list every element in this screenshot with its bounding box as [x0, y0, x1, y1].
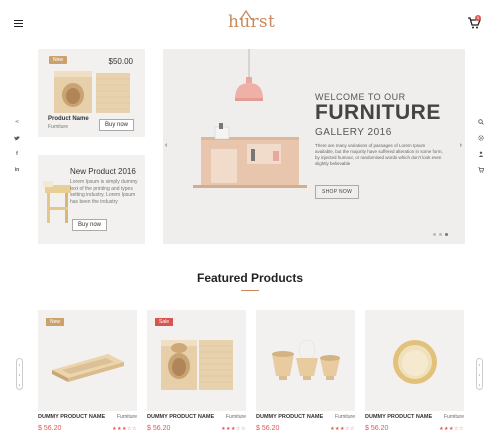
tools-rail — [477, 118, 485, 174]
egg-cups-image — [272, 340, 340, 380]
hero-body-text: There are many variations of passages of… — [315, 143, 443, 166]
hero-furniture-image — [193, 49, 307, 188]
product-price: $ 56.20 — [365, 425, 389, 432]
logo-triangle-icon — [239, 10, 253, 20]
product-card[interactable] — [256, 310, 355, 411]
user-icon[interactable] — [477, 150, 485, 158]
product-rating: ★★★☆☆ — [439, 426, 464, 432]
cart-count-badge: 0 — [475, 15, 481, 21]
product-name[interactable]: DUMMY PRODUCT NAME — [365, 414, 432, 420]
twitter-icon[interactable] — [13, 134, 21, 142]
product-name[interactable]: DUMMY PRODUCT NAME — [147, 414, 214, 420]
product-category: Furniture — [116, 414, 137, 420]
carousel-prev-pager[interactable]: • • • — [16, 358, 23, 390]
product-category: Furniture — [225, 414, 246, 420]
product-rating: ★★★☆☆ — [221, 426, 246, 432]
slider-dots[interactable] — [433, 233, 448, 236]
product-category: Furniture — [334, 414, 355, 420]
linkedin-icon[interactable]: in — [13, 166, 21, 174]
buy-now-button-2[interactable]: Buy now — [72, 219, 108, 231]
social-rail: ⋖ f in — [13, 118, 21, 174]
hero-subtitle: GALLERY 2016 — [315, 127, 392, 138]
new-badge: New — [49, 56, 68, 64]
product-price: $ 56.20 — [256, 425, 280, 432]
promo-product-category: Furniture — [48, 124, 69, 130]
wooden-bowl-image — [393, 340, 437, 384]
facebook-icon[interactable]: f — [13, 150, 21, 158]
heading-underline — [241, 290, 259, 291]
promo-card-product[interactable]: New $50.00 Product Name Furniture Buy no… — [38, 49, 145, 137]
product-rating: ★★★☆☆ — [330, 426, 355, 432]
carousel-next-pager[interactable]: • • • — [476, 358, 483, 390]
product-name[interactable]: DUMMY PRODUCT NAME — [256, 414, 323, 420]
hero-title: FURNITURE — [315, 101, 441, 124]
slider-prev-arrow[interactable]: ‹ — [165, 142, 167, 149]
product-price: $ 56.20 — [38, 425, 62, 432]
cart-icon[interactable] — [477, 166, 485, 174]
hero-slider: ‹ › WELCOME TO OUR FURNITURE GALLERY 201… — [163, 49, 465, 244]
product-card[interactable]: New — [38, 310, 137, 411]
product-name[interactable]: DUMMY PRODUCT NAME — [38, 414, 105, 420]
product-rating: ★★★☆☆ — [112, 426, 137, 432]
wooden-stool-image — [43, 181, 71, 223]
search-icon[interactable] — [477, 118, 485, 126]
share-icon[interactable]: ⋖ — [13, 118, 21, 126]
wooden-tray-image — [52, 354, 124, 382]
promo-title: New Product 2016 — [70, 167, 136, 176]
promo-product-name: Product Name — [48, 116, 89, 122]
buy-now-button[interactable]: Buy now — [99, 119, 135, 131]
sale-badge: Sale — [155, 318, 174, 326]
product-price: $ 56.20 — [147, 425, 171, 432]
logo[interactable]: hurst — [228, 10, 275, 32]
wooden-box-image — [161, 340, 233, 390]
product-card[interactable]: Sale — [147, 310, 246, 411]
slider-next-arrow[interactable]: › — [460, 142, 462, 149]
product-category: Furniture — [443, 414, 464, 420]
new-badge: New — [46, 318, 65, 326]
shop-now-button[interactable]: SHOP NOW — [315, 185, 360, 199]
featured-products-heading: Featured Products — [196, 271, 304, 285]
wooden-box-image — [54, 71, 130, 113]
hamburger-menu-icon[interactable] — [14, 20, 23, 27]
promo-description: Lorem Ipsum is simply dummy text of the … — [70, 179, 138, 205]
product-card[interactable] — [365, 310, 464, 411]
promo-price: $50.00 — [108, 57, 133, 66]
promo-card-new-product[interactable]: New Product 2016 Lorem Ipsum is simply d… — [38, 155, 145, 244]
settings-icon[interactable] — [477, 134, 485, 142]
